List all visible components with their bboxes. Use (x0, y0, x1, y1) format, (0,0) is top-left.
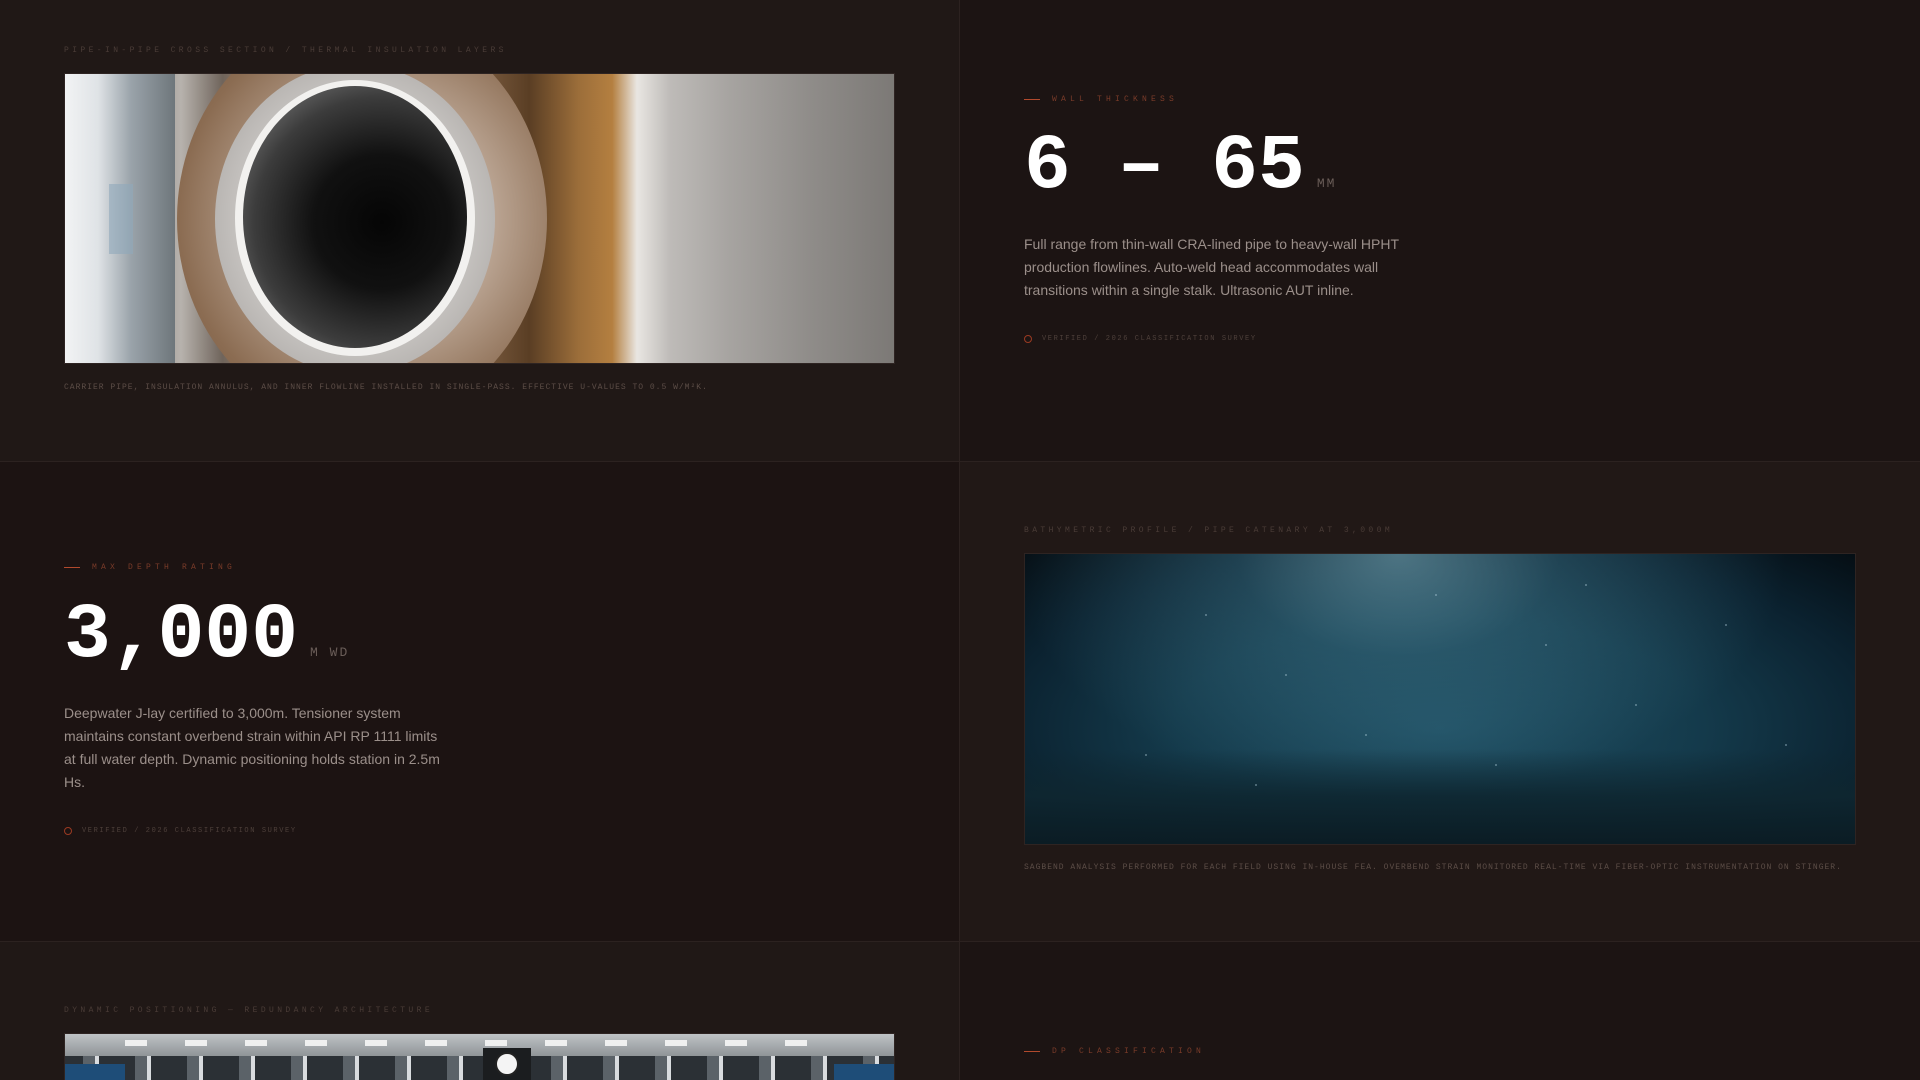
bathymetric-image (1024, 553, 1856, 845)
clock-icon (495, 1052, 519, 1076)
depth-rating-label: MAX DEPTH RATING (64, 563, 236, 572)
wall-thickness-verified: VERIFIED / 2026 CLASSIFICATION SURVEY (1024, 335, 1257, 343)
spec-grid: PIPE-IN-PIPE CROSS SECTION / THERMAL INS… (0, 0, 1920, 1080)
wall-thickness-figure: 6 – 65 MM (1024, 128, 1336, 206)
dynamic-positioning-panel: DYNAMIC POSITIONING — REDUNDANCY ARCHITE… (0, 942, 959, 1080)
pipe-cross-section-image (64, 73, 895, 364)
row-divider (0, 461, 1920, 462)
depth-rating-value: 3,000 (64, 592, 299, 680)
depth-rating-figure: 3,000 M WD (64, 597, 349, 675)
bathymetric-caption: SAGBEND ANALYSIS PERFORMED FOR EACH FIEL… (1024, 863, 1842, 872)
depth-rating-label-text: MAX DEPTH RATING (92, 563, 237, 572)
depth-rating-verified-text: VERIFIED / 2026 CLASSIFICATION SURVEY (82, 827, 297, 835)
verified-ring-icon (64, 827, 72, 835)
column-divider (959, 0, 960, 1080)
accent-dash-icon (1024, 1051, 1040, 1052)
dynamic-positioning-eyebrow: DYNAMIC POSITIONING — REDUNDANCY ARCHITE… (64, 1006, 434, 1015)
wall-thickness-value: 6 – 65 (1024, 123, 1305, 211)
wall-thickness-verified-text: VERIFIED / 2026 CLASSIFICATION SURVEY (1042, 335, 1257, 343)
wall-thickness-label: WALL THICKNESS (1024, 95, 1178, 104)
row-divider (0, 941, 1920, 942)
depth-rating-panel: MAX DEPTH RATING 3,000 M WD Deepwater J-… (0, 462, 959, 941)
wall-thickness-unit: MM (1316, 176, 1337, 191)
bathymetric-eyebrow: BATHYMETRIC PROFILE / PIPE CATENARY AT 3… (1024, 526, 1394, 535)
pipe-section-caption: CARRIER PIPE, INSULATION ANNULUS, AND IN… (64, 383, 708, 392)
wall-thickness-label-text: WALL THICKNESS (1052, 95, 1179, 104)
accent-dash-icon (1024, 99, 1040, 100)
depth-rating-unit: M WD (310, 645, 350, 660)
pipe-section-panel: PIPE-IN-PIPE CROSS SECTION / THERMAL INS… (0, 0, 959, 461)
dp-classification-label-text: DP CLASSIFICATION (1052, 1047, 1206, 1056)
dp-classification-label: DP CLASSIFICATION (1024, 1047, 1205, 1056)
bathymetric-panel: BATHYMETRIC PROFILE / PIPE CATENARY AT 3… (960, 462, 1920, 941)
wall-thickness-panel: WALL THICKNESS 6 – 65 MM Full range from… (960, 0, 1920, 461)
dp-classification-panel: DP CLASSIFICATION (960, 942, 1920, 1080)
control-room-image (64, 1033, 895, 1080)
verified-ring-icon (1024, 335, 1032, 343)
pipe-section-eyebrow: PIPE-IN-PIPE CROSS SECTION / THERMAL INS… (64, 46, 507, 55)
depth-rating-description: Deepwater J-lay certified to 3,000m. Ten… (64, 705, 440, 790)
accent-dash-icon (64, 567, 80, 568)
wall-thickness-description: Full range from thin-wall CRA-lined pipe… (1024, 236, 1399, 298)
depth-rating-verified: VERIFIED / 2026 CLASSIFICATION SURVEY (64, 827, 297, 835)
